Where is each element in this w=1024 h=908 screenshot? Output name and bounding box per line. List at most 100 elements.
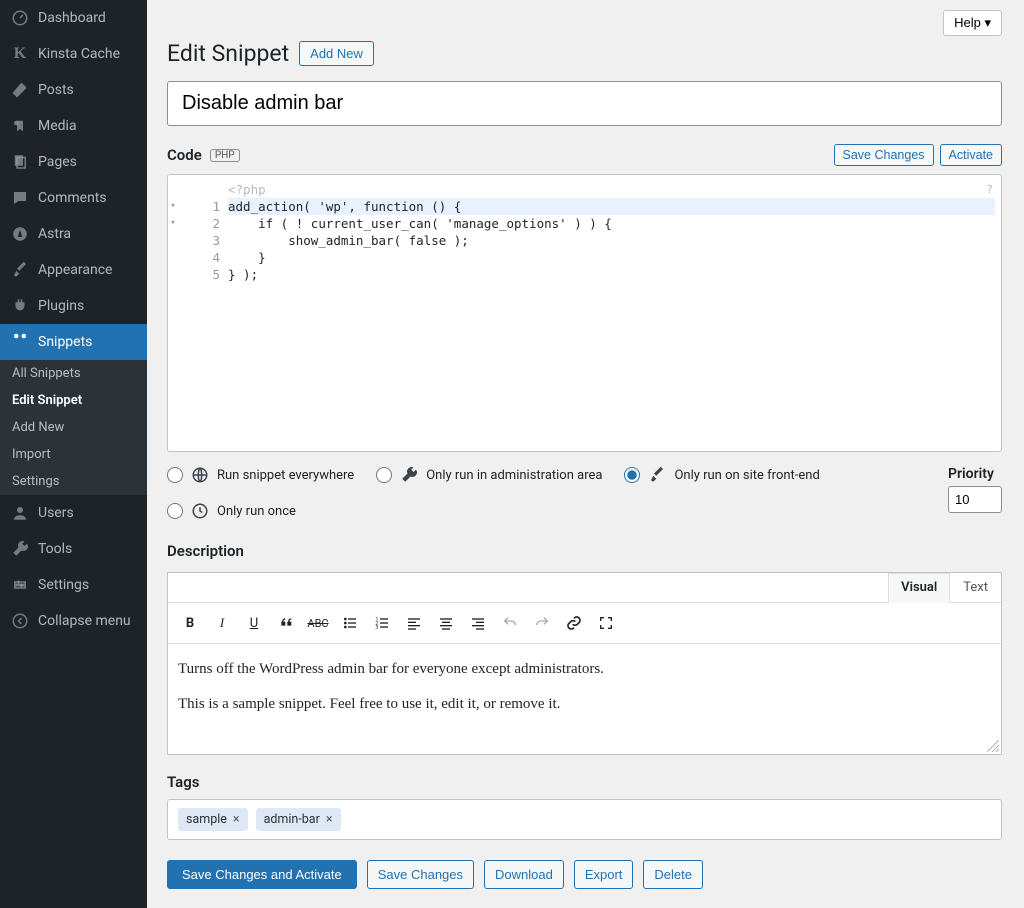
resize-handle-icon[interactable] — [987, 740, 999, 752]
comments-icon — [10, 188, 30, 208]
undo-icon[interactable] — [496, 609, 524, 637]
sidebar-item-label: Kinsta Cache — [38, 46, 120, 62]
snippet-title-input[interactable] — [167, 81, 1002, 126]
sidebar-item-label: Collapse menu — [38, 613, 131, 629]
sidebar-item-comments[interactable]: Comments — [0, 180, 147, 216]
sidebar-item-media[interactable]: Media — [0, 108, 147, 144]
bold-icon[interactable]: B — [176, 609, 204, 637]
clock-icon — [191, 502, 209, 520]
align-right-icon[interactable] — [464, 609, 492, 637]
scope-label: Only run in administration area — [426, 468, 602, 483]
brush-icon — [648, 466, 666, 484]
appearance-icon — [10, 260, 30, 280]
scope-admin[interactable]: Only run in administration area — [376, 466, 602, 484]
sidebar-item-label: Appearance — [38, 262, 112, 278]
sidebar-item-dashboard[interactable]: Dashboard — [0, 0, 147, 36]
tools-icon — [10, 539, 30, 559]
sidebar-item-label: Settings — [38, 577, 89, 593]
save-changes-button-bottom[interactable]: Save Changes — [367, 860, 474, 889]
sidebar-item-label: Posts — [38, 82, 74, 98]
italic-icon[interactable]: I — [208, 609, 236, 637]
priority-field: Priority — [948, 466, 1002, 513]
quote-icon[interactable] — [272, 609, 300, 637]
description-paragraph: Turns off the WordPress admin bar for ev… — [178, 658, 991, 681]
page-title: Edit Snippet — [167, 40, 289, 67]
sidebar-sub-item[interactable]: Import — [0, 441, 147, 468]
sidebar-item-kinsta-cache[interactable]: K Kinsta Cache — [0, 36, 147, 72]
wrench-icon — [400, 466, 418, 484]
fullscreen-icon[interactable] — [592, 609, 620, 637]
export-button[interactable]: Export — [574, 860, 634, 889]
globe-icon — [191, 466, 209, 484]
users-icon — [10, 503, 30, 523]
editor-content[interactable]: Turns off the WordPress admin bar for ev… — [168, 644, 1001, 754]
activate-button[interactable]: Activate — [940, 144, 1002, 166]
save-activate-button[interactable]: Save Changes and Activate — [167, 860, 357, 889]
tab-visual[interactable]: Visual — [888, 573, 950, 603]
tag-item[interactable]: sample× — [178, 808, 248, 831]
main-content: Help ▾ Edit Snippet Add New Code PHP Sav… — [147, 0, 1024, 908]
underline-icon[interactable]: U — [240, 609, 268, 637]
code-label: Code — [167, 146, 202, 164]
sidebar-item-label: Users — [38, 505, 74, 521]
bullet-list-icon[interactable] — [336, 609, 364, 637]
sidebar-item-pages[interactable]: Pages — [0, 144, 147, 180]
media-icon — [10, 116, 30, 136]
pages-icon — [10, 152, 30, 172]
plugins-icon — [10, 296, 30, 316]
sidebar-item-plugins[interactable]: Plugins — [0, 288, 147, 324]
scope-label: Run snippet everywhere — [217, 468, 354, 483]
collapse-icon — [10, 611, 30, 631]
sidebar-item-appearance[interactable]: Appearance — [0, 252, 147, 288]
align-left-icon[interactable] — [400, 609, 428, 637]
code-line[interactable]: show_admin_bar( false ); — [228, 232, 995, 249]
help-button[interactable]: Help ▾ — [943, 10, 1002, 36]
tab-text[interactable]: Text — [950, 573, 1001, 602]
settings-icon — [10, 575, 30, 595]
align-center-icon[interactable] — [432, 609, 460, 637]
delete-button[interactable]: Delete — [643, 860, 703, 889]
code-line[interactable]: } ); — [228, 266, 995, 283]
code-help-icon[interactable]: ? — [986, 181, 993, 198]
sidebar-item-label: Snippets — [38, 334, 92, 350]
sidebar-item-snippets[interactable]: Snippets — [0, 324, 147, 360]
svg-text:3: 3 — [375, 625, 378, 631]
priority-label: Priority — [948, 466, 1002, 482]
tag-remove-icon[interactable]: × — [326, 812, 333, 827]
strikethrough-icon[interactable]: ABC — [304, 609, 332, 637]
sidebar-item-label: Pages — [38, 154, 77, 170]
sidebar-item-posts[interactable]: Posts — [0, 72, 147, 108]
tag-item[interactable]: admin-bar× — [256, 808, 341, 831]
code-editor[interactable]: ▾▾ 12345 <?php ? add_action( 'wp', funct… — [167, 174, 1002, 452]
add-new-button[interactable]: Add New — [299, 41, 374, 66]
scope-frontend[interactable]: Only run on site front-end — [624, 466, 819, 484]
tag-remove-icon[interactable]: × — [233, 812, 240, 827]
sidebar-sub-item[interactable]: Add New — [0, 414, 147, 441]
sidebar-sub-item[interactable]: Settings — [0, 468, 147, 495]
save-changes-button[interactable]: Save Changes — [834, 144, 934, 166]
code-line[interactable]: } — [228, 249, 995, 266]
redo-icon[interactable] — [528, 609, 556, 637]
sidebar-item-label: Media — [38, 118, 77, 134]
numbered-list-icon[interactable]: 123 — [368, 609, 396, 637]
sidebar-item-astra[interactable]: Astra — [0, 216, 147, 252]
code-line[interactable]: add_action( 'wp', function () { — [228, 198, 995, 215]
sidebar-sub-item[interactable]: All Snippets — [0, 360, 147, 387]
editor-toolbar: BIU ABC 123 — [168, 603, 1001, 644]
priority-input[interactable] — [948, 486, 1002, 513]
tags-input[interactable]: sample× admin-bar× — [167, 799, 1002, 840]
sidebar-item-label: Tools — [38, 541, 72, 557]
sidebar-item-settings[interactable]: Settings — [0, 567, 147, 603]
sidebar-item-users[interactable]: Users — [0, 495, 147, 531]
sidebar-item-label: Comments — [38, 190, 107, 206]
kinsta-cache-icon: K — [10, 44, 30, 64]
sidebar-sub-item[interactable]: Edit Snippet — [0, 387, 147, 414]
sidebar-item-tools[interactable]: Tools — [0, 531, 147, 567]
link-icon[interactable] — [560, 609, 588, 637]
scope-everywhere[interactable]: Run snippet everywhere — [167, 466, 354, 484]
sidebar-item-collapse[interactable]: Collapse menu — [0, 603, 147, 639]
scope-once[interactable]: Only run once — [167, 502, 928, 520]
download-button[interactable]: Download — [484, 860, 564, 889]
code-line[interactable]: if ( ! current_user_can( 'manage_options… — [228, 215, 995, 232]
scope-label: Only run on site front-end — [674, 468, 819, 483]
